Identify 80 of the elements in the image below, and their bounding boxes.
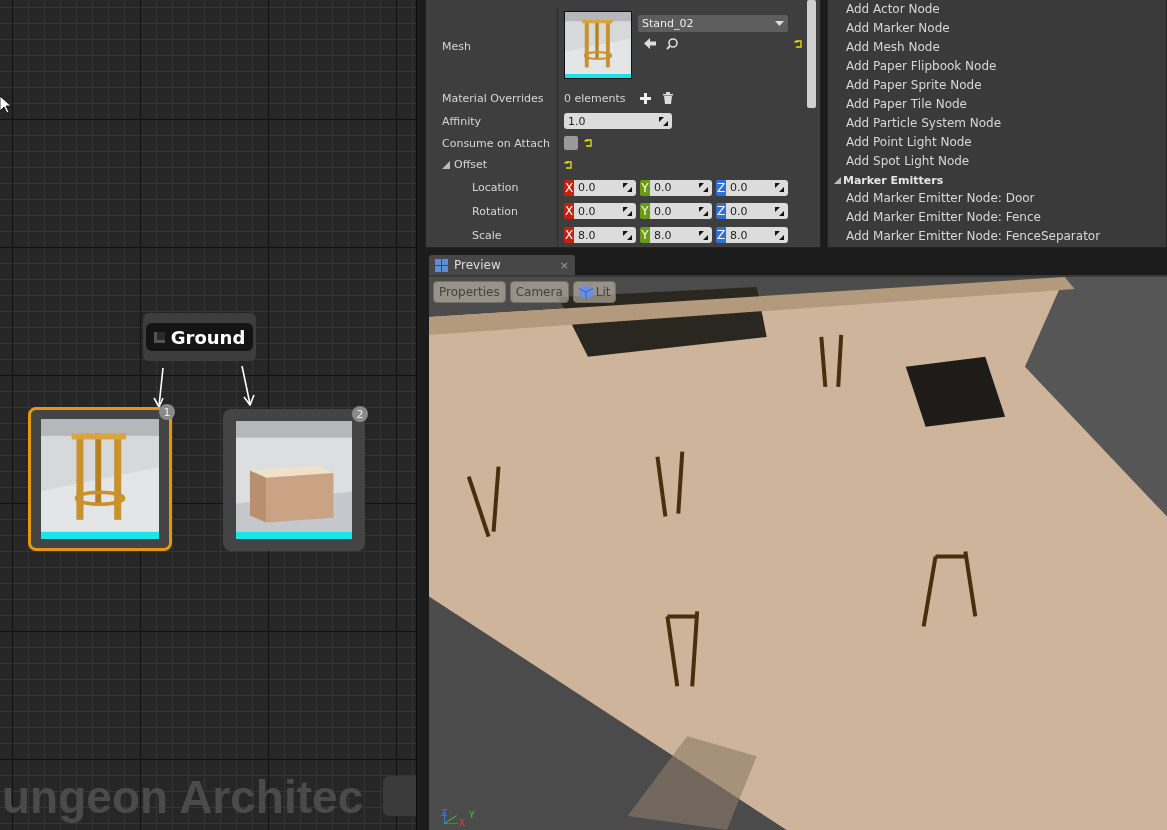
drag-handle-icon[interactable] xyxy=(775,206,784,216)
number-field[interactable]: 8.0 xyxy=(726,227,788,244)
palette-item[interactable]: Add Marker Emitter Node: FenceSeparator xyxy=(830,227,1166,246)
node-index: 2 xyxy=(352,406,368,422)
reset-arrow-icon[interactable] xyxy=(564,160,573,169)
axis-tag: Z xyxy=(716,203,726,220)
property-label: Mesh xyxy=(442,40,471,54)
drag-handle-icon[interactable] xyxy=(623,230,632,240)
palette-item[interactable]: Add Mesh Node xyxy=(830,38,1166,57)
property-label: Location xyxy=(472,181,519,195)
number-field[interactable]: 0.0 xyxy=(726,203,788,220)
property-label: Affinity xyxy=(442,114,481,128)
number-field[interactable]: 8.0 xyxy=(650,227,712,244)
grid-icon xyxy=(435,258,448,272)
number-field[interactable]: 1.0 xyxy=(564,113,672,130)
drag-handle-icon[interactable] xyxy=(659,116,668,126)
property-label: Offset xyxy=(454,158,488,172)
expand-triangle-icon[interactable] xyxy=(834,176,841,184)
drag-handle-icon[interactable] xyxy=(699,206,708,216)
connector-arrow xyxy=(152,368,166,408)
tab-title: Preview xyxy=(454,258,501,272)
palette-item[interactable]: Add Actor Node xyxy=(830,0,1166,19)
preview-tab[interactable]: Preview × xyxy=(429,255,575,275)
search-icon[interactable] xyxy=(666,38,678,50)
drag-handle-icon[interactable] xyxy=(623,183,632,193)
drag-handle-icon[interactable] xyxy=(699,183,708,193)
number-field[interactable]: 0.0 xyxy=(650,179,712,196)
number-field[interactable]: 8.0 xyxy=(574,227,636,244)
palette-item[interactable]: Add Paper Tile Node xyxy=(830,95,1166,114)
cursor-icon xyxy=(0,96,12,114)
palette-item[interactable]: Add Particle System Node xyxy=(830,114,1166,133)
drag-handle-icon[interactable] xyxy=(775,183,784,193)
scrollbar-thumb[interactable] xyxy=(807,0,816,108)
axis-tag: Y xyxy=(640,179,650,196)
expand-triangle-icon[interactable] xyxy=(442,160,450,169)
palette-item[interactable]: Add Marker Emitter Node: Fence xyxy=(830,208,1166,227)
axis-tag: X xyxy=(564,179,574,196)
palette-item[interactable]: Add Spot Light Node xyxy=(830,152,1166,171)
caret-icon xyxy=(775,21,784,26)
plus-icon[interactable] xyxy=(639,92,651,104)
palette-item[interactable]: Add Point Light Node xyxy=(830,133,1166,152)
mesh-thumbnail[interactable] xyxy=(564,11,632,79)
reset-arrow-icon[interactable] xyxy=(584,139,593,148)
palette-item[interactable]: Add Paper Sprite Node xyxy=(830,76,1166,95)
axis-label: X xyxy=(459,818,466,828)
property-label: Rotation xyxy=(472,204,518,218)
property-label: Scale xyxy=(472,228,502,242)
node-title: Ground xyxy=(170,326,246,348)
connector-arrow xyxy=(240,366,256,406)
axis-tag: Y xyxy=(640,203,650,220)
graph-node[interactable]: Ground xyxy=(143,313,256,361)
axis-tag: Y xyxy=(640,227,650,244)
axis-tag: X xyxy=(564,227,574,244)
checkbox[interactable] xyxy=(564,136,578,151)
graph-node[interactable] xyxy=(383,776,416,816)
property-label: Material Overrides xyxy=(442,91,544,105)
number-field[interactable]: 0.0 xyxy=(574,179,636,196)
section-title[interactable]: Marker Emitters xyxy=(843,173,944,187)
palette-item[interactable]: Add Paper Flipbook Node xyxy=(830,57,1166,76)
drag-handle-icon[interactable] xyxy=(623,206,632,216)
cube-icon xyxy=(578,285,593,299)
number-field[interactable]: 0.0 xyxy=(650,203,712,220)
pin-icon xyxy=(153,331,165,343)
mesh-dropdown[interactable]: Stand_02 xyxy=(638,15,788,32)
axis-tag: Z xyxy=(716,179,726,196)
reset-arrow-icon[interactable] xyxy=(794,40,803,48)
axis-tag: X xyxy=(564,203,574,220)
drag-handle-icon[interactable] xyxy=(775,230,784,240)
trash-icon[interactable] xyxy=(662,92,673,105)
number-field[interactable]: 0.0 xyxy=(574,203,636,220)
arrow-left-icon[interactable] xyxy=(644,38,656,49)
palette-item[interactable]: Add Marker Node xyxy=(830,19,1166,38)
axis-tag: Z xyxy=(716,227,726,244)
palette-item[interactable]: Add Marker Emitter Node: Door xyxy=(830,189,1166,208)
number-field[interactable]: 0.0 xyxy=(726,179,788,196)
property-label: Consume on Attach xyxy=(442,136,550,150)
node-index: 1 xyxy=(159,404,175,420)
drag-handle-icon[interactable] xyxy=(699,230,708,240)
array-count: 0 elements xyxy=(564,91,626,105)
axis-label: Y xyxy=(469,810,475,820)
